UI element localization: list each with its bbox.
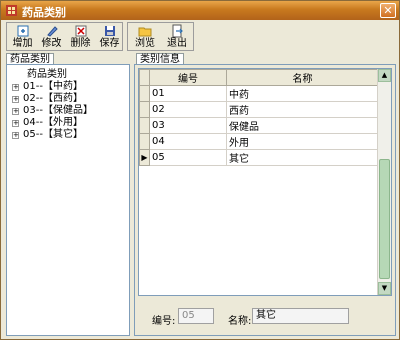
column-header-name[interactable]: 名称 xyxy=(226,69,379,86)
cell-code[interactable]: 01 xyxy=(149,85,227,102)
pencil-icon xyxy=(46,26,58,37)
close-button[interactable]: ✕ xyxy=(380,3,396,18)
name-label: 名称: xyxy=(228,316,252,327)
table-row[interactable]: 02 西药 xyxy=(139,101,379,118)
expand-icon[interactable]: + xyxy=(12,84,19,91)
cell-code[interactable]: 02 xyxy=(149,101,227,118)
add-label: 增加 xyxy=(12,38,33,49)
close-icon: ✕ xyxy=(383,4,393,17)
window-title: 药品类别 xyxy=(22,6,66,19)
vertical-scrollbar[interactable]: ▲ ▼ xyxy=(377,69,391,295)
exit-button[interactable]: 退出 xyxy=(163,24,191,50)
exit-label: 退出 xyxy=(167,38,187,49)
add-button[interactable]: 增加 xyxy=(9,24,36,50)
table-row[interactable]: 03 保健品 xyxy=(139,117,379,134)
cell-name[interactable]: 中药 xyxy=(226,85,379,102)
edit-label: 修改 xyxy=(41,38,62,49)
expand-icon[interactable]: + xyxy=(12,108,19,115)
expand-icon[interactable]: + xyxy=(12,120,19,127)
delete-icon xyxy=(75,25,86,37)
cell-code[interactable]: 05 xyxy=(149,149,227,166)
tree-item[interactable]: 05--【其它】 xyxy=(23,129,83,141)
delete-label: 删除 xyxy=(70,38,91,49)
tree-item[interactable]: 04--【外用】 xyxy=(23,117,83,129)
scroll-thumb[interactable] xyxy=(379,159,390,279)
cell-name[interactable]: 西药 xyxy=(226,101,379,118)
row-indicator xyxy=(139,133,150,150)
row-indicator-header xyxy=(139,69,150,86)
exit-icon xyxy=(172,24,183,38)
app-window: 药品类别 ✕ 增加 修改 删除 保存 浏览 退出 药品类别 类别信息 药品类别 … xyxy=(0,0,400,340)
column-header-code[interactable]: 编号 xyxy=(149,69,227,86)
row-indicator xyxy=(139,117,150,134)
save-button[interactable]: 保存 xyxy=(96,24,123,50)
tree-item[interactable]: 02--【西药】 xyxy=(23,93,83,105)
floppy-icon xyxy=(104,26,115,36)
scroll-up-icon[interactable]: ▲ xyxy=(378,69,391,82)
row-indicator xyxy=(139,85,150,102)
category-tree: 药品类别 + 01--【中药】 + 02--【西药】 + 03--【保健品】 +… xyxy=(6,64,130,336)
expand-icon[interactable]: + xyxy=(12,96,19,103)
table-row[interactable]: ▶ 05 其它 xyxy=(139,149,379,166)
cell-name[interactable]: 外用 xyxy=(226,133,379,150)
toolbar-nav-group: 浏览 退出 xyxy=(127,22,194,51)
edit-button[interactable]: 修改 xyxy=(38,24,65,50)
table-row[interactable]: 01 中药 xyxy=(139,85,379,102)
detail-form: 编号: 05 名称: 其它 xyxy=(138,300,392,332)
title-bar[interactable]: 药品类别 ✕ xyxy=(1,1,399,20)
folder-icon xyxy=(138,27,152,37)
code-label: 编号: xyxy=(152,316,176,327)
tree-root[interactable]: 药品类别 xyxy=(27,69,67,81)
delete-button[interactable]: 删除 xyxy=(67,24,94,50)
cell-name[interactable]: 保健品 xyxy=(226,117,379,134)
browse-label: 浏览 xyxy=(135,38,155,49)
table-row[interactable]: 04 外用 xyxy=(139,133,379,150)
category-info-panel: 编号 名称 01 中药 02 西药 03 保健品 04 外用 ▶ 05 其它 ▲… xyxy=(134,64,396,336)
add-icon xyxy=(17,25,28,37)
tree-item[interactable]: 01--【中药】 xyxy=(23,81,83,93)
save-label: 保存 xyxy=(99,38,120,49)
expand-icon[interactable]: + xyxy=(12,132,19,139)
cell-name[interactable]: 其它 xyxy=(226,149,379,166)
code-field[interactable]: 05 xyxy=(178,308,214,324)
tree-item[interactable]: 03--【保健品】 xyxy=(23,105,93,117)
grid-table: 编号 名称 01 中药 02 西药 03 保健品 04 外用 ▶ 05 其它 xyxy=(139,69,379,166)
category-grid: 编号 名称 01 中药 02 西药 03 保健品 04 外用 ▶ 05 其它 ▲… xyxy=(138,68,392,296)
grid-header-row: 编号 名称 xyxy=(139,69,379,86)
name-field[interactable]: 其它 xyxy=(252,308,349,324)
browse-button[interactable]: 浏览 xyxy=(131,24,159,50)
row-indicator xyxy=(139,101,150,118)
app-icon xyxy=(6,5,17,16)
current-row-arrow-icon: ▶ xyxy=(139,149,150,166)
toolbar-edit-group: 增加 修改 删除 保存 xyxy=(6,22,123,51)
cell-code[interactable]: 04 xyxy=(149,133,227,150)
scroll-down-icon[interactable]: ▼ xyxy=(378,282,391,295)
cell-code[interactable]: 03 xyxy=(149,117,227,134)
